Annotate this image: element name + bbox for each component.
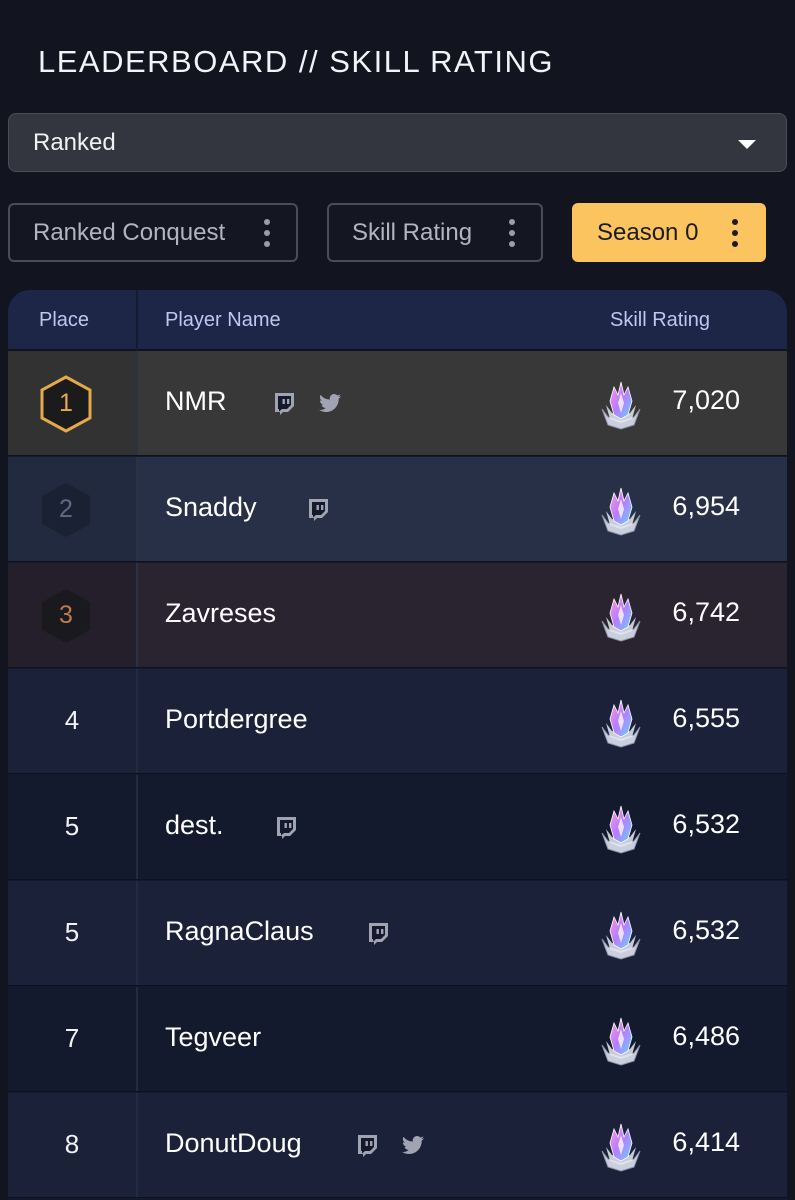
grandmaster-rank-icon <box>601 1017 641 1066</box>
place-number: 1 <box>59 389 73 417</box>
grandmaster-rank-icon <box>601 911 641 960</box>
twitter-icon[interactable] <box>399 1131 427 1159</box>
skill-rating-value: 6,742 <box>672 597 740 627</box>
chevron-down-icon <box>738 140 756 149</box>
header-player-name[interactable]: Player Name <box>165 309 281 332</box>
header-place[interactable]: Place <box>39 309 89 332</box>
place-number: 5 <box>64 811 80 841</box>
twitch-icon[interactable] <box>270 389 298 417</box>
leaderboard-page: LEADERBOARD // SKILL RATING Ranked Ranke… <box>0 0 795 1200</box>
filter-label: Ranked Conquest <box>33 218 226 246</box>
table-row[interactable]: 5 RagnaClaus 6,532 <box>8 881 787 986</box>
kebab-menu-icon[interactable] <box>264 219 270 247</box>
table-row[interactable]: 1 NMR 7,020 <box>8 351 787 456</box>
leaderboard-table: Place Player Name Skill Rating 1 NMR 7,02… <box>8 290 787 1200</box>
twitch-icon[interactable] <box>353 1131 381 1159</box>
table-row[interactable]: 7 Tegveer 6,486 <box>8 987 787 1092</box>
player-name[interactable]: Tegveer <box>165 1022 261 1053</box>
skill-rating-value: 6,486 <box>672 1021 740 1051</box>
player-name[interactable]: Snaddy <box>165 492 257 523</box>
grandmaster-rank-icon <box>601 381 641 430</box>
player-name[interactable]: Portdergree <box>165 704 308 735</box>
table-row[interactable]: 3 Zavreses 6,742 <box>8 563 787 668</box>
player-name[interactable]: DonutDoug <box>165 1128 302 1159</box>
place-number: 4 <box>64 705 80 735</box>
filter-season[interactable]: Season 0 <box>572 203 766 262</box>
skill-rating-value: 6,532 <box>672 915 740 945</box>
place-number: 2 <box>59 495 73 523</box>
skill-rating-value: 6,954 <box>672 491 740 521</box>
kebab-menu-icon[interactable] <box>732 219 738 247</box>
kebab-menu-icon[interactable] <box>509 219 515 247</box>
twitch-icon[interactable] <box>364 919 392 947</box>
filter-label: Skill Rating <box>352 218 473 246</box>
twitch-icon[interactable] <box>304 495 332 523</box>
skill-rating-value: 7,020 <box>672 385 740 415</box>
player-name[interactable]: Zavreses <box>165 598 276 629</box>
mode-select[interactable]: Ranked <box>8 113 787 172</box>
place-number: 3 <box>59 601 73 629</box>
table-header: Place Player Name Skill Rating <box>8 290 787 351</box>
player-name[interactable]: dest. <box>165 810 224 841</box>
page-title: LEADERBOARD // SKILL RATING <box>38 44 554 79</box>
table-row[interactable]: 8 DonutDoug 6,414 <box>8 1093 787 1198</box>
grandmaster-rank-icon <box>601 1123 641 1172</box>
player-name[interactable]: RagnaClaus <box>165 916 314 947</box>
skill-rating-value: 6,414 <box>672 1127 740 1157</box>
filter-skill-rating[interactable]: Skill Rating <box>327 203 543 262</box>
mode-select-value: Ranked <box>33 128 116 156</box>
place-number: 8 <box>64 1129 80 1159</box>
twitter-icon[interactable] <box>316 389 344 417</box>
twitch-icon[interactable] <box>272 813 300 841</box>
table-row[interactable]: 5 dest. 6,532 <box>8 775 787 880</box>
header-skill-rating[interactable]: Skill Rating <box>610 309 710 332</box>
place-number: 5 <box>64 917 80 947</box>
place-number: 7 <box>64 1023 80 1053</box>
table-row[interactable]: 2 Snaddy 6,954 <box>8 457 787 562</box>
player-name[interactable]: NMR <box>165 386 227 417</box>
skill-rating-value: 6,532 <box>672 809 740 839</box>
grandmaster-rank-icon <box>601 593 641 642</box>
filter-label: Season 0 <box>597 218 699 246</box>
grandmaster-rank-icon <box>601 805 641 854</box>
grandmaster-rank-icon <box>601 487 641 536</box>
filter-ranked-conquest[interactable]: Ranked Conquest <box>8 203 298 262</box>
grandmaster-rank-icon <box>601 699 641 748</box>
table-row[interactable]: 4 Portdergree 6,555 <box>8 669 787 774</box>
skill-rating-value: 6,555 <box>672 703 740 733</box>
